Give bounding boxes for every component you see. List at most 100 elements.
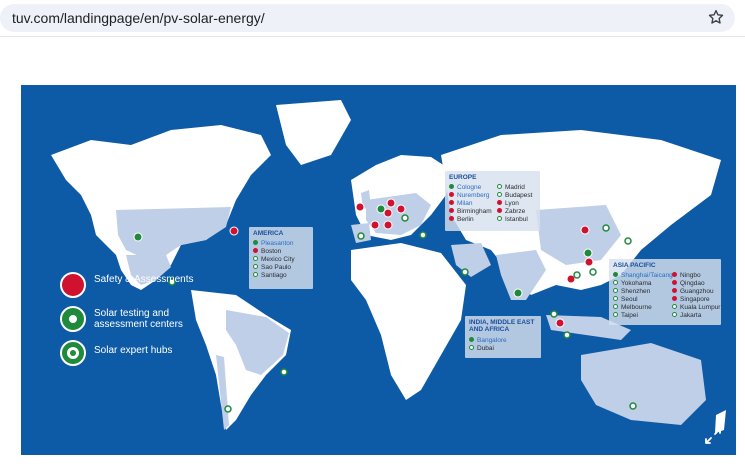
city-name: Yokohama [621, 280, 652, 287]
city-item: Seoul [613, 296, 673, 304]
city-name: Taipei [621, 312, 638, 319]
city-item: Qingdao [672, 280, 720, 288]
green-ring-icon [672, 304, 677, 309]
asia-city-list-2: Ningbo Qingdao Guangzhou Singapore Kuala Lum… [672, 272, 720, 320]
green-dot-icon [253, 240, 258, 245]
red-dot-icon [672, 280, 677, 285]
city-name: Singapore [680, 296, 710, 303]
city-item: Guangzhou [672, 288, 720, 296]
browser-address-bar: tuv.com/landingpage/en/pv-solar-energy/ [0, 0, 745, 36]
marker-shanghai [583, 248, 593, 258]
city-name: Zabrze [505, 208, 526, 215]
city-item: Mexico City [253, 256, 295, 264]
region-asia-title: ASIA PACIFIC [613, 262, 656, 269]
green-ring-icon [60, 340, 86, 366]
region-india-title: INDIA, MIDDLE EAST AND AFRICA [469, 319, 535, 333]
city-item: Jakarta [672, 312, 720, 320]
green-ring-icon [613, 312, 618, 317]
marker-milan [383, 220, 393, 230]
city-name: Guangzhou [680, 288, 714, 295]
red-dot-icon [497, 200, 502, 205]
city-item: Lyon [497, 200, 532, 208]
green-ring-icon [497, 192, 502, 197]
red-dot-icon [672, 288, 677, 293]
red-dot-icon [253, 248, 258, 253]
city-item: Dubai [469, 345, 507, 353]
url-text[interactable]: tuv.com/landingpage/en/pv-solar-energy/ [12, 10, 265, 26]
city-item: Zabrze [497, 208, 532, 216]
city-item: Berlin [449, 216, 492, 224]
city-item: Yokohama [613, 280, 673, 288]
city-name: Bangalore [477, 337, 507, 344]
red-dot-icon [672, 272, 677, 277]
city-item: Taipei [613, 312, 673, 320]
city-name: Boston [261, 248, 282, 255]
marker-madrid [357, 232, 365, 240]
australia-land [581, 343, 706, 425]
city-item: Ningbo [672, 272, 720, 280]
marker-istanbul [419, 231, 427, 239]
region-europe: EUROPE Cologne Nuremberg Milan Birmingham Be… [445, 171, 540, 231]
green-ring-icon [497, 184, 502, 189]
legend-experts: Solar expert hubs [60, 340, 230, 368]
green-ring-icon [613, 304, 618, 309]
city-name: Berlin [457, 216, 474, 223]
marker-boston [229, 226, 239, 236]
africa-land [351, 243, 466, 400]
green-ring-icon [469, 345, 474, 350]
red-dot-icon [449, 208, 454, 213]
marker-qingdao [580, 225, 590, 235]
marker-ningbo [584, 257, 594, 267]
star-icon[interactable] [707, 8, 725, 26]
region-asia-pacific: ASIA PACIFIC Shanghai/Taicang Yokohama She… [609, 259, 721, 325]
region-america-title: AMERICA [253, 230, 284, 237]
url-field[interactable]: tuv.com/landingpage/en/pv-solar-energy/ [0, 4, 735, 32]
city-name: Pleasanton [261, 240, 294, 247]
marker-nuremberg [383, 208, 393, 218]
green-ring-icon [672, 312, 677, 317]
city-item: Budapest [497, 192, 532, 200]
green-target-icon [60, 306, 86, 332]
red-dot-icon [497, 208, 502, 213]
america-city-list: Pleasanton Boston Mexico City Sao Paulo Sant… [253, 240, 295, 280]
marker-lyon [370, 220, 380, 230]
green-ring-icon [253, 256, 258, 261]
city-name: Jakarta [680, 312, 702, 319]
middle-east-highlight [451, 243, 491, 277]
red-dot-icon [449, 192, 454, 197]
europe-city-list-2: Madrid Budapest Lyon Zabrze Istanbul [497, 184, 532, 224]
city-name: Shenzhen [621, 288, 651, 295]
city-item: Shenzhen [613, 288, 673, 296]
city-item: Cologne [449, 184, 492, 192]
city-item: Nuremberg [449, 192, 492, 200]
city-name: Nuremberg [457, 192, 490, 199]
marker-birmingham [355, 202, 365, 212]
green-dot-icon [469, 337, 474, 342]
world-map-image: Safety & Assessments Solar testing and a… [21, 85, 736, 455]
green-ring-icon [613, 296, 618, 301]
legend-safety-label: Safety & Assessments [94, 274, 194, 285]
city-name: Lyon [505, 200, 519, 207]
city-item: Bangalore [469, 337, 507, 345]
city-item: Milan [449, 200, 492, 208]
marker-budapest [401, 214, 409, 222]
green-ring-icon [613, 288, 618, 293]
green-dot-icon [449, 184, 454, 189]
marker-berlin [386, 198, 396, 208]
asia-city-list-1: Shanghai/Taicang Yokohama Shenzhen Seoul Mel… [613, 272, 673, 320]
marker-dubai [461, 268, 469, 276]
india-city-list: Bangalore Dubai [469, 337, 507, 353]
city-item: Melbourne [613, 304, 673, 312]
green-dot-icon [613, 272, 618, 277]
city-item: Shanghai/Taicang [613, 272, 673, 280]
red-dot-icon [449, 216, 454, 221]
expand-icon[interactable] [704, 427, 722, 445]
green-ring-icon [253, 272, 258, 277]
city-name: Istanbul [505, 216, 528, 223]
red-circle-icon [60, 272, 86, 298]
city-name: Kuala Lumpur [680, 304, 721, 311]
green-ring-icon [613, 280, 618, 285]
city-name: Birmingham [457, 208, 492, 215]
city-name: Santiago [261, 272, 287, 279]
city-name: Ningbo [680, 272, 701, 279]
